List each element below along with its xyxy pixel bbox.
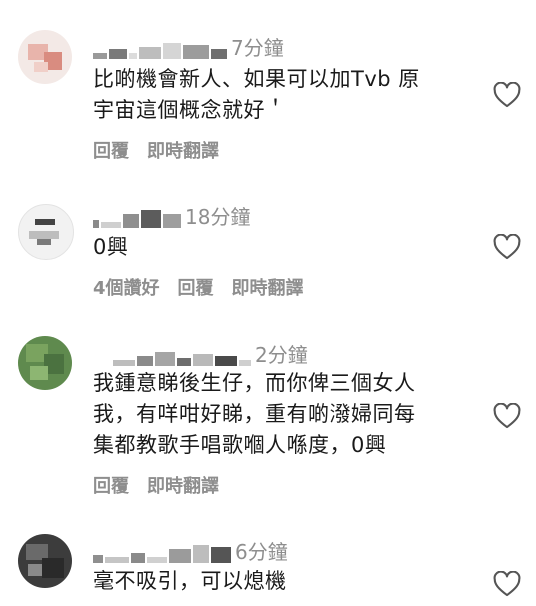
- comment-time: 18分鐘: [185, 205, 251, 229]
- username-blurred[interactable]: [93, 206, 181, 228]
- like-heart-icon[interactable]: [493, 403, 521, 429]
- avatar[interactable]: [18, 30, 72, 84]
- comment-time: 6分鐘: [235, 540, 288, 564]
- comment-text: 毫不吸引，可以熄機: [93, 566, 483, 597]
- avatar[interactable]: [18, 204, 74, 260]
- comment-time: 7分鐘: [231, 36, 284, 60]
- comment-line: 比啲機會新人、如果可以加Tvb 原: [93, 67, 420, 91]
- comment-header: 2分鐘: [93, 341, 308, 369]
- translate-button[interactable]: 即時翻譯: [232, 278, 304, 300]
- comment-header: 18分鐘: [93, 203, 250, 231]
- reply-button[interactable]: 回覆: [93, 476, 129, 498]
- avatar[interactable]: [18, 534, 72, 588]
- comment-actions: 回覆 即時翻譯: [93, 141, 219, 163]
- comment-actions: 4個讚好 回覆 即時翻譯: [93, 278, 304, 300]
- username-blurred[interactable]: [93, 37, 227, 59]
- comment-line: 我，有咩咁好睇，重有啲潑婦同每: [93, 402, 416, 426]
- comment-line: 毫不吸引，可以熄機: [93, 569, 287, 593]
- username-blurred[interactable]: [93, 541, 231, 563]
- reply-button[interactable]: 回覆: [178, 278, 214, 300]
- comment-header: 6分鐘: [93, 538, 288, 566]
- comment-header: 7分鐘: [93, 34, 284, 62]
- like-heart-icon[interactable]: [493, 234, 521, 260]
- reply-button[interactable]: 回覆: [93, 141, 129, 163]
- avatar[interactable]: [18, 336, 72, 390]
- comment-text: 比啲機會新人、如果可以加Tvb 原 宇宙這個概念就好＇: [93, 64, 483, 126]
- comment-text: 0興: [93, 232, 483, 263]
- comment-line: 我鍾意睇後生仔，而你俾三個女人: [93, 371, 416, 395]
- translate-button[interactable]: 即時翻譯: [147, 476, 219, 498]
- comment-time: 2分鐘: [255, 343, 308, 367]
- comment-line: 集都教歌手唱歌嗰人喺度，0興: [93, 433, 387, 457]
- likes-count[interactable]: 4個讚好: [93, 278, 160, 300]
- like-heart-icon[interactable]: [493, 571, 521, 597]
- comment-actions: 回覆 即時翻譯: [93, 476, 219, 498]
- comment-line: 0興: [93, 235, 129, 259]
- like-heart-icon[interactable]: [493, 82, 521, 108]
- translate-button[interactable]: 即時翻譯: [147, 141, 219, 163]
- username-blurred[interactable]: [113, 344, 251, 366]
- comment-line: 宇宙這個概念就好＇: [93, 98, 287, 122]
- comment-text: 我鍾意睇後生仔，而你俾三個女人 我，有咩咁好睇，重有啲潑婦同每 集都教歌手唱歌嗰…: [93, 368, 483, 461]
